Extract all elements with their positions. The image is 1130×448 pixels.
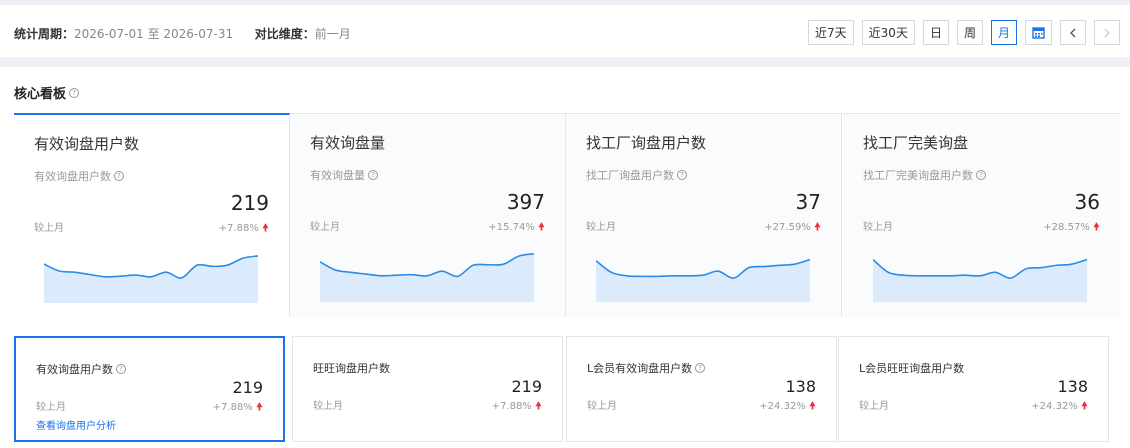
arrow-up-icon: 🠝 xyxy=(537,220,545,233)
kpi-value: 36 xyxy=(1074,190,1100,214)
kpi-sparkline xyxy=(44,255,258,303)
next-period-button[interactable] xyxy=(1094,20,1120,45)
detail-card-1[interactable]: 旺旺询盘用户数 219 较上月 +7.88% 🠝 xyxy=(292,336,563,442)
card-compare-label: 较上月 xyxy=(313,401,343,412)
section-title-text: 核心看板 xyxy=(14,87,67,102)
question-circle-icon[interactable]: ? xyxy=(114,171,124,181)
card-change: +24.32% 🠝 xyxy=(759,397,816,416)
card-change: +24.32% 🠝 xyxy=(1031,397,1088,416)
kpi-sub: 找工厂询盘用户数? xyxy=(586,167,687,183)
kpi-tab-3[interactable]: 找工厂完美询盘 找工厂完美询盘用户数? 36 较上月 +28.57% 🠝 xyxy=(843,113,1120,317)
card-name: 旺旺询盘用户数 xyxy=(313,362,390,375)
kpi-sparkline xyxy=(596,258,810,302)
card-value: 138 xyxy=(1057,377,1088,396)
kpi-name: 有效询盘用户数 xyxy=(34,135,140,153)
chevron-left-icon xyxy=(1070,28,1076,37)
compare-value: 前一月 xyxy=(314,27,351,41)
range-buttons: 近7天 近30天 日 周 月 xyxy=(808,20,1120,45)
range-month-button[interactable]: 月 xyxy=(990,20,1017,45)
card-value: 138 xyxy=(785,377,816,396)
prev-period-button[interactable] xyxy=(1060,20,1086,45)
kpi-value: 219 xyxy=(230,191,269,215)
range-week-button[interactable]: 周 xyxy=(956,20,983,45)
detail-card-2[interactable]: L会员有效询盘用户数? 138 较上月 +24.32% 🠝 xyxy=(566,336,837,442)
kpi-compare-label: 较上月 xyxy=(34,223,64,234)
kpi-value: 397 xyxy=(506,190,545,214)
card-change: +7.88% 🠝 xyxy=(213,398,263,417)
kpi-change: +27.59% 🠝 xyxy=(764,218,821,237)
kpi-sub: 找工厂完美询盘用户数? xyxy=(863,167,986,183)
view-inquiry-analysis-link[interactable]: 查看询盘用户分析 xyxy=(36,417,116,432)
arrow-up-icon: 🠝 xyxy=(808,399,816,412)
card-compare-label: 较上月 xyxy=(36,402,66,413)
calendar-button[interactable] xyxy=(1025,20,1052,45)
range-7d-button[interactable]: 近7天 xyxy=(808,20,854,45)
card-compare-label: 较上月 xyxy=(587,401,617,412)
kpi-sub: 有效询盘量? xyxy=(310,167,378,183)
card-compare-label: 较上月 xyxy=(859,401,889,412)
question-circle-icon[interactable]: ? xyxy=(677,170,687,180)
compare-label: 对比维度： xyxy=(254,27,315,41)
question-circle-icon[interactable]: ? xyxy=(368,170,378,180)
period-value: 2026-07-01 至 2026-07-31 xyxy=(74,27,234,41)
sparkline-area xyxy=(320,253,534,302)
kpi-tabs: 有效询盘用户数 有效询盘用户数? 219 较上月 +7.88% 🠝 有效询盘量 有… xyxy=(14,113,1120,317)
kpi-change: +15.74% 🠝 xyxy=(488,218,545,237)
kpi-compare-label: 较上月 xyxy=(586,222,616,233)
detail-card-0[interactable]: 有效询盘用户数? 219 较上月 +7.88% 🠝 查看询盘用户分析 xyxy=(14,336,285,442)
card-value: 219 xyxy=(232,378,263,397)
kpi-change: +7.88% 🠝 xyxy=(219,219,269,238)
arrow-up-icon: 🠝 xyxy=(255,400,263,413)
question-circle-icon[interactable]: ? xyxy=(116,364,126,374)
period-info: 统计周期：2026-07-01 至 2026-07-31 对比维度：前一月 xyxy=(14,25,351,42)
kpi-compare-label: 较上月 xyxy=(310,222,340,233)
arrow-up-icon: 🠝 xyxy=(813,220,821,233)
kpi-sub: 有效询盘用户数? xyxy=(34,168,124,184)
question-circle-icon[interactable]: ? xyxy=(976,170,986,180)
detail-card-3[interactable]: L会员旺旺询盘用户数 138 较上月 +24.32% 🠝 xyxy=(838,336,1109,442)
card-name: 有效询盘用户数? xyxy=(36,361,126,377)
kpi-change: +28.57% 🠝 xyxy=(1043,218,1100,237)
arrow-up-icon: 🠝 xyxy=(534,399,542,412)
filter-bar: 统计周期：2026-07-01 至 2026-07-31 对比维度：前一月 近7… xyxy=(0,5,1130,57)
sparkline-area xyxy=(44,255,258,303)
detail-cards: 有效询盘用户数? 219 较上月 +7.88% 🠝 查看询盘用户分析 旺旺询盘用户… xyxy=(14,336,1120,442)
kpi-sparkline xyxy=(873,258,1087,302)
kpi-sparkline xyxy=(320,252,534,302)
arrow-up-icon: 🠝 xyxy=(1080,399,1088,412)
kpi-tab-0[interactable]: 有效询盘用户数 有效询盘用户数? 219 较上月 +7.88% 🠝 xyxy=(14,113,290,317)
range-30d-button[interactable]: 近30天 xyxy=(861,20,915,45)
range-day-button[interactable]: 日 xyxy=(922,20,949,45)
arrow-up-icon: 🠝 xyxy=(1092,220,1100,233)
card-change: +7.88% 🠝 xyxy=(492,397,542,416)
question-circle-icon[interactable]: ? xyxy=(69,87,80,98)
arrow-up-icon: 🠝 xyxy=(261,221,269,234)
question-circle-icon[interactable]: ? xyxy=(695,363,706,373)
section-title: 核心看板 ? xyxy=(14,83,80,102)
kpi-value: 37 xyxy=(795,190,821,214)
kpi-tab-1[interactable]: 有效询盘量 有效询盘量? 397 较上月 +15.74% 🠝 xyxy=(290,113,566,317)
card-name: L会员有效询盘用户数? xyxy=(587,360,706,376)
section-divider xyxy=(0,57,1130,67)
kpi-name: 有效询盘量 xyxy=(310,134,386,152)
kpi-name: 找工厂询盘用户数 xyxy=(586,134,707,152)
kpi-name: 找工厂完美询盘 xyxy=(863,134,969,152)
calendar-icon xyxy=(1032,27,1045,39)
card-name: L会员旺旺询盘用户数 xyxy=(859,362,965,375)
kpi-compare-label: 较上月 xyxy=(863,222,893,233)
kpi-tab-2[interactable]: 找工厂询盘用户数 找工厂询盘用户数? 37 较上月 +27.59% 🠝 xyxy=(566,113,842,317)
chevron-right-icon xyxy=(1104,28,1110,37)
period-label: 统计周期： xyxy=(14,27,75,41)
card-value: 219 xyxy=(511,377,542,396)
